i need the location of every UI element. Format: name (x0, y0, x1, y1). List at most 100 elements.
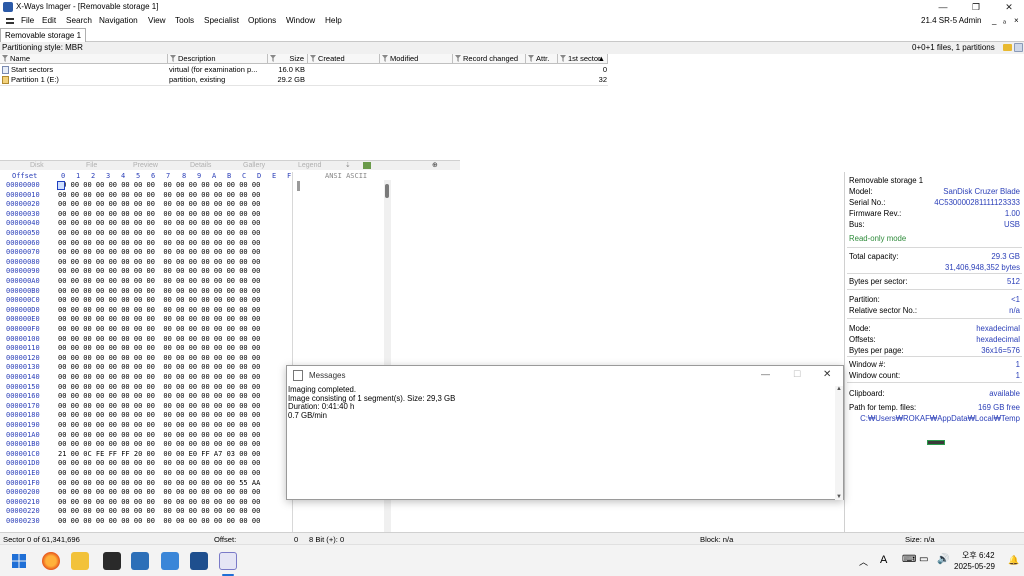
menu-options[interactable]: Options (248, 16, 276, 25)
hex-bytes[interactable]: 00 00 00 00 00 00 00 00 00 00 00 00 00 0… (58, 277, 260, 287)
hex-bytes[interactable]: 00 00 00 00 00 00 00 00 00 00 00 00 00 0… (58, 402, 260, 412)
sync-icon[interactable]: ⊕ (432, 161, 438, 169)
close-button[interactable]: ✕ (823, 369, 831, 380)
hex-bytes[interactable]: 00 00 00 00 00 00 00 00 00 00 00 00 00 0… (58, 219, 260, 229)
hex-bytes[interactable]: 00 00 00 00 00 00 00 00 00 00 00 00 00 0… (58, 354, 260, 364)
menu-view[interactable]: View (148, 16, 166, 25)
start-icon[interactable] (12, 554, 26, 568)
input-language[interactable]: A (880, 554, 887, 566)
column-first-sector[interactable]: 1st sector ▲ (558, 54, 608, 64)
hex-bytes[interactable]: 00 00 00 00 00 00 00 00 00 00 00 00 00 0… (58, 517, 260, 527)
hex-bytes[interactable]: 00 00 00 00 00 00 00 00 00 00 00 00 00 0… (58, 248, 260, 258)
tab-preview[interactable]: Preview (133, 162, 158, 169)
file-explorer-icon[interactable] (71, 552, 89, 570)
hex-bytes[interactable]: 00 00 00 00 00 00 00 00 00 00 00 00 00 0… (58, 229, 260, 239)
filter-icon[interactable] (170, 55, 176, 62)
column-modified[interactable]: Modified (380, 54, 453, 64)
notification-icon[interactable]: 🔔 (1008, 555, 1019, 566)
x-ways-imager-icon[interactable] (219, 552, 237, 570)
hex-bytes[interactable]: 00 00 00 00 00 00 00 00 00 00 00 00 00 0… (58, 191, 260, 201)
hex-bytes[interactable]: 00 00 00 00 00 00 00 00 00 00 00 00 00 0… (58, 200, 260, 210)
filter-icon[interactable] (270, 55, 276, 62)
mdi-close-button[interactable]: × (1014, 16, 1019, 25)
hex-bytes[interactable]: 00 00 00 00 00 00 00 00 00 00 00 00 00 0… (58, 363, 260, 373)
hex-bytes[interactable]: 00 00 00 00 00 00 00 00 00 00 00 00 00 0… (58, 383, 260, 393)
close-button[interactable]: ✕ (994, 0, 1024, 14)
filter-icon[interactable] (560, 55, 566, 62)
hex-bytes[interactable]: 00 00 00 00 00 00 00 00 00 00 00 00 00 0… (58, 335, 260, 345)
tab-file[interactable]: File (86, 162, 97, 169)
tab-removable-storage-1[interactable]: Removable storage 1 (0, 28, 87, 42)
messages-scrollbar[interactable]: ▲ ▼ (835, 386, 843, 500)
hex-bytes[interactable]: 00 00 00 00 00 00 00 00 00 00 00 00 00 0… (58, 287, 260, 297)
column-description[interactable]: Description (168, 54, 268, 64)
text-scrollbar-thumb[interactable] (297, 181, 300, 191)
system-menu-icon[interactable] (6, 18, 14, 24)
messages-window[interactable]: Messages — ☐ ✕ Imaging completed. Image … (286, 365, 844, 500)
menu-help[interactable]: Help (325, 16, 342, 25)
hex-bytes[interactable]: 00 00 00 00 00 00 00 00 00 00 00 00 00 0… (58, 258, 260, 268)
menu-file[interactable]: File (21, 16, 34, 25)
firefox-icon[interactable] (42, 552, 60, 570)
column-created[interactable]: Created (308, 54, 380, 64)
filter-icon[interactable] (310, 55, 316, 62)
monitor-app-icon[interactable] (131, 552, 149, 570)
tab-gallery[interactable]: Gallery (243, 162, 265, 169)
tab-disk[interactable]: Disk (30, 162, 44, 169)
hex-bytes[interactable]: 00 00 00 00 00 00 00 00 00 00 00 00 00 0… (58, 421, 260, 431)
hex-bytes[interactable]: 00 00 00 00 00 00 00 00 00 00 00 00 00 0… (58, 440, 260, 450)
volume-icon[interactable]: 🔊 (937, 554, 949, 565)
network-icon[interactable]: ▭ (919, 554, 928, 565)
hex-bytes[interactable]: 00 00 00 00 00 00 00 00 00 00 00 00 00 0… (58, 459, 260, 469)
scroll-down-icon[interactable]: ▼ (836, 494, 842, 500)
hex-bytes[interactable]: 00 00 00 00 00 00 00 00 00 00 00 00 00 0… (58, 507, 260, 517)
column-name[interactable]: Name (0, 54, 168, 64)
menu-specialist[interactable]: Specialist (204, 16, 239, 25)
tab-legend[interactable]: Legend (298, 162, 321, 169)
scroll-up-icon[interactable]: ▲ (836, 386, 842, 392)
column-size[interactable]: Size (268, 54, 308, 64)
pin-icon[interactable]: ⇣ (345, 161, 351, 169)
filter-icon[interactable] (455, 55, 461, 62)
hex-bytes[interactable]: 00 00 00 00 00 00 00 00 00 00 00 00 00 0… (58, 373, 260, 383)
tray-chevron-icon[interactable]: ︿ (859, 555, 868, 568)
paint-app-icon[interactable] (190, 552, 208, 570)
menu-edit[interactable]: Edit (42, 16, 56, 25)
maximize-button[interactable]: ☐ (793, 369, 801, 380)
clock-time[interactable]: 오후 6:42 (962, 550, 995, 561)
filter-icon[interactable] (382, 55, 388, 62)
mdi-restore-button[interactable]: ₐ (1003, 16, 1006, 25)
panel-icon[interactable] (1014, 43, 1023, 52)
minimize-button[interactable]: — (928, 0, 958, 14)
hex-bytes[interactable]: 00 00 00 00 00 00 00 00 00 00 00 00 00 0… (58, 239, 260, 249)
keyboard-icon[interactable]: ⌨ (902, 554, 916, 565)
hex-bytes[interactable]: 00 00 00 00 00 00 00 00 00 00 00 00 00 0… (58, 469, 260, 479)
hex-bytes[interactable]: 00 00 00 00 00 00 00 00 00 00 00 00 00 0… (58, 488, 260, 498)
tab-details[interactable]: Details (190, 162, 211, 169)
menu-tools[interactable]: Tools (175, 16, 194, 25)
column-attr[interactable]: Attr. (526, 54, 558, 64)
menu-window[interactable]: Window (286, 16, 315, 25)
notepad-icon[interactable] (161, 552, 179, 570)
scrollbar-thumb[interactable] (385, 184, 389, 198)
minimize-button[interactable]: — (761, 369, 770, 379)
hex-bytes[interactable]: 00 00 00 00 00 00 00 00 00 00 00 00 00 0… (58, 267, 260, 277)
hex-bytes[interactable]: 00 00 00 00 00 00 00 00 00 00 00 00 00 0… (58, 325, 260, 335)
terminal-icon[interactable] (103, 552, 121, 570)
hex-bytes[interactable]: 00 00 00 00 00 00 00 00 00 00 00 00 00 0… (58, 431, 260, 441)
hex-bytes[interactable]: 00 00 00 00 00 00 00 00 00 00 00 00 00 0… (58, 315, 260, 325)
hex-bytes[interactable]: 00 00 00 00 00 00 00 00 00 00 00 00 00 0… (58, 306, 260, 316)
mdi-minimize-button[interactable]: _ (992, 16, 996, 25)
picture-icon[interactable] (363, 162, 371, 169)
hex-bytes[interactable]: 00 00 00 00 00 00 00 00 00 00 00 00 00 0… (58, 296, 260, 306)
hex-bytes[interactable]: 00 00 00 00 00 00 00 00 00 00 00 00 00 0… (58, 411, 260, 421)
hex-bytes[interactable]: 00 00 00 00 00 00 00 00 00 00 00 00 00 0… (58, 210, 260, 220)
maximize-button[interactable]: ❐ (961, 0, 991, 14)
hex-bytes[interactable]: 00 00 00 00 00 00 00 00 00 00 00 00 00 0… (58, 498, 260, 508)
filter-icon[interactable] (2, 55, 8, 62)
folder-icon[interactable] (1003, 44, 1012, 51)
filter-icon[interactable] (528, 55, 534, 62)
menu-navigation[interactable]: Navigation (99, 16, 138, 25)
hex-bytes[interactable]: 00 00 00 00 00 00 00 00 00 00 00 00 00 0… (58, 479, 260, 489)
hex-bytes[interactable]: 00 00 00 00 00 00 00 00 00 00 00 00 00 0… (58, 392, 260, 402)
